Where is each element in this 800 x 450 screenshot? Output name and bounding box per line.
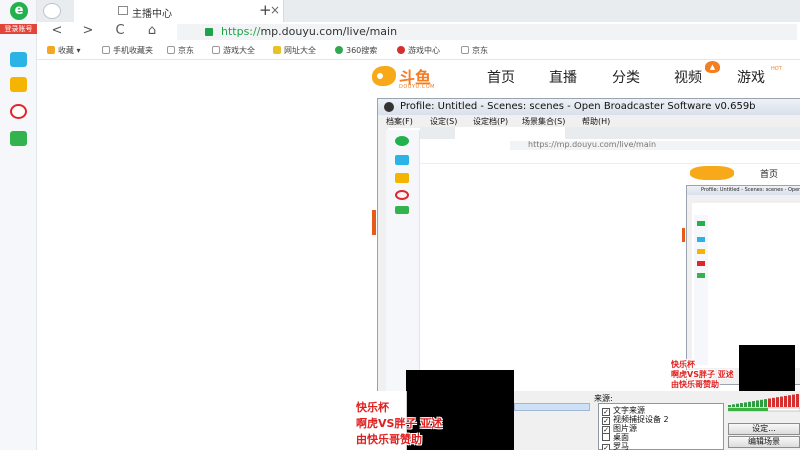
- url-text: https://mp.douyu.com/live/main: [221, 25, 398, 38]
- nav-category[interactable]: 分类: [612, 67, 640, 87]
- nested-navbar: https://mp.douyu.com/live/main: [420, 139, 800, 152]
- folder-icon: [212, 46, 220, 54]
- stream-caption-small: 快乐杯 啊虎VS胖子 亚述 由快乐哥赞助: [671, 360, 734, 389]
- obs-icon: [384, 102, 394, 112]
- game-icon: [397, 46, 405, 54]
- video-capture-2: [739, 345, 795, 391]
- browser-logo-icon: e: [10, 2, 28, 20]
- favorites-icon[interactable]: [10, 77, 27, 92]
- edit-scene-button[interactable]: 编辑场景: [728, 436, 800, 448]
- meter-bar: [772, 397, 775, 407]
- menu-settings[interactable]: 设定(S): [430, 116, 457, 127]
- compass-icon[interactable]: [43, 3, 61, 19]
- app-center-icon[interactable]: [10, 52, 27, 67]
- fire-icon: ▲: [705, 61, 720, 73]
- checkbox[interactable]: ✓: [602, 444, 610, 450]
- meter-bar: [780, 396, 783, 407]
- lock-icon: [205, 28, 213, 36]
- menu-file[interactable]: 档案(F): [386, 116, 413, 127]
- sources-panel: 来源: ✓ 文字来源 ✓ 视频捕捉设备 2 ✓ 图片源 桌面 ✓ 罗马: [594, 393, 724, 450]
- nav-video[interactable]: 视频: [674, 67, 702, 87]
- search-360-icon: [335, 46, 343, 54]
- back-button[interactable]: <: [48, 23, 66, 38]
- nested-sidebar: [386, 130, 420, 392]
- meter-bar: [776, 397, 779, 407]
- nav-bar: < > C ⌂ https://mp.douyu.com/live/main: [37, 22, 800, 42]
- meter-bar: [784, 395, 787, 407]
- address-bar[interactable]: https://mp.douyu.com/live/main: [177, 24, 797, 40]
- hot-badge: HOT: [771, 66, 782, 72]
- tab-main[interactable]: 主播中心 ×: [74, 0, 284, 22]
- screen: e 登录账号 主播中心 × + < > C ⌂ https://mp.douyu…: [0, 0, 800, 450]
- nested-nav-home: 首页: [760, 170, 779, 180]
- browser-sidebar: e 登录账号: [0, 0, 37, 450]
- stream-caption: 快乐杯 啊虎VS胖子 亚述 由快乐哥赞助: [356, 401, 443, 446]
- source-item[interactable]: ✓ 罗马: [602, 441, 629, 450]
- meter-bar: [732, 404, 735, 407]
- obs-title: Profile: Untitled - Scenes: scenes - Ope…: [400, 101, 756, 112]
- bookmark-item[interactable]: 网址大全: [273, 45, 316, 56]
- nav-home[interactable]: 首页: [487, 67, 515, 87]
- meter-bar: [736, 403, 739, 407]
- reload-button[interactable]: C: [111, 23, 129, 38]
- meter-bar: [728, 405, 731, 407]
- web-icon: [273, 46, 281, 54]
- tab-title: 主播中心: [132, 9, 172, 20]
- meter-bar: [788, 395, 791, 407]
- page-icon: [118, 6, 128, 15]
- douyu-logo[interactable]: 斗鱼 DOUYU.COM: [372, 64, 442, 90]
- settings-button[interactable]: 设定...: [728, 423, 800, 435]
- meter-bar: [752, 401, 755, 407]
- nested-obs-title: Profile: Untitled - Scenes: scenes - Ope…: [687, 186, 800, 195]
- side-tab[interactable]: [372, 210, 376, 235]
- meter-bar: [756, 400, 759, 407]
- logo-subtext: DOUYU.COM: [399, 84, 435, 90]
- checkbox[interactable]: [602, 433, 610, 441]
- nav-live[interactable]: 直播: [549, 67, 577, 87]
- star-icon: [47, 46, 55, 54]
- folder-icon: [102, 46, 110, 54]
- meter-bar: [792, 394, 795, 407]
- menu-scene-collection[interactable]: 场景集合(S): [522, 116, 565, 127]
- audio-meter: [728, 394, 800, 412]
- bookmark-item[interactable]: 京东: [461, 45, 488, 56]
- obs-titlebar: Profile: Untitled - Scenes: scenes - Ope…: [378, 99, 800, 115]
- folder-icon: [461, 46, 469, 54]
- menu-help[interactable]: 帮助(H): [582, 116, 610, 127]
- tab-bar: 主播中心 × +: [37, 0, 800, 22]
- nested-url: https://mp.douyu.com/live/main: [528, 140, 657, 149]
- nav-games[interactable]: 游戏: [737, 67, 765, 87]
- fish-icon: [372, 66, 396, 86]
- bookmark-bar: 收藏 ▾ 手机收藏夹 京东 游戏大全 网址大全 360搜索 游戏中心 京东: [37, 42, 800, 60]
- new-tab-button[interactable]: +: [259, 1, 272, 19]
- sources-list[interactable]: ✓ 文字来源 ✓ 视频捕捉设备 2 ✓ 图片源 桌面 ✓ 罗马: [598, 403, 724, 450]
- folder-icon: [167, 46, 175, 54]
- meter-bar: [764, 399, 767, 407]
- nested-bookmarks: [420, 152, 800, 164]
- bookmark-item[interactable]: 京东: [167, 45, 194, 56]
- meter-bar: [768, 398, 771, 407]
- selected-scene[interactable]: [514, 403, 590, 411]
- bookmark-item[interactable]: 360搜索: [335, 45, 377, 56]
- forward-button[interactable]: >: [79, 23, 97, 38]
- meter-bar: [740, 403, 743, 407]
- meter-bar: [748, 401, 751, 407]
- bookmark-item[interactable]: 游戏大全: [212, 45, 255, 56]
- bookmark-item[interactable]: 游戏中心: [397, 45, 440, 56]
- bookmark-item[interactable]: 手机收藏夹: [102, 45, 153, 56]
- menu-profile[interactable]: 设定档(P): [473, 116, 508, 127]
- mail-icon[interactable]: [10, 131, 27, 146]
- meter-bar: [744, 402, 747, 407]
- home-button[interactable]: ⌂: [143, 23, 161, 38]
- nested-douyu-logo: [690, 166, 734, 180]
- meter-bar: [760, 399, 763, 407]
- bookmark-favorites[interactable]: 收藏 ▾: [47, 45, 81, 56]
- nested-obs-preview: [692, 203, 800, 368]
- login-button[interactable]: 登录账号: [0, 24, 37, 34]
- nested-tabbar: [420, 127, 800, 139]
- meter-bar: [796, 394, 799, 407]
- weibo-icon[interactable]: [10, 104, 27, 119]
